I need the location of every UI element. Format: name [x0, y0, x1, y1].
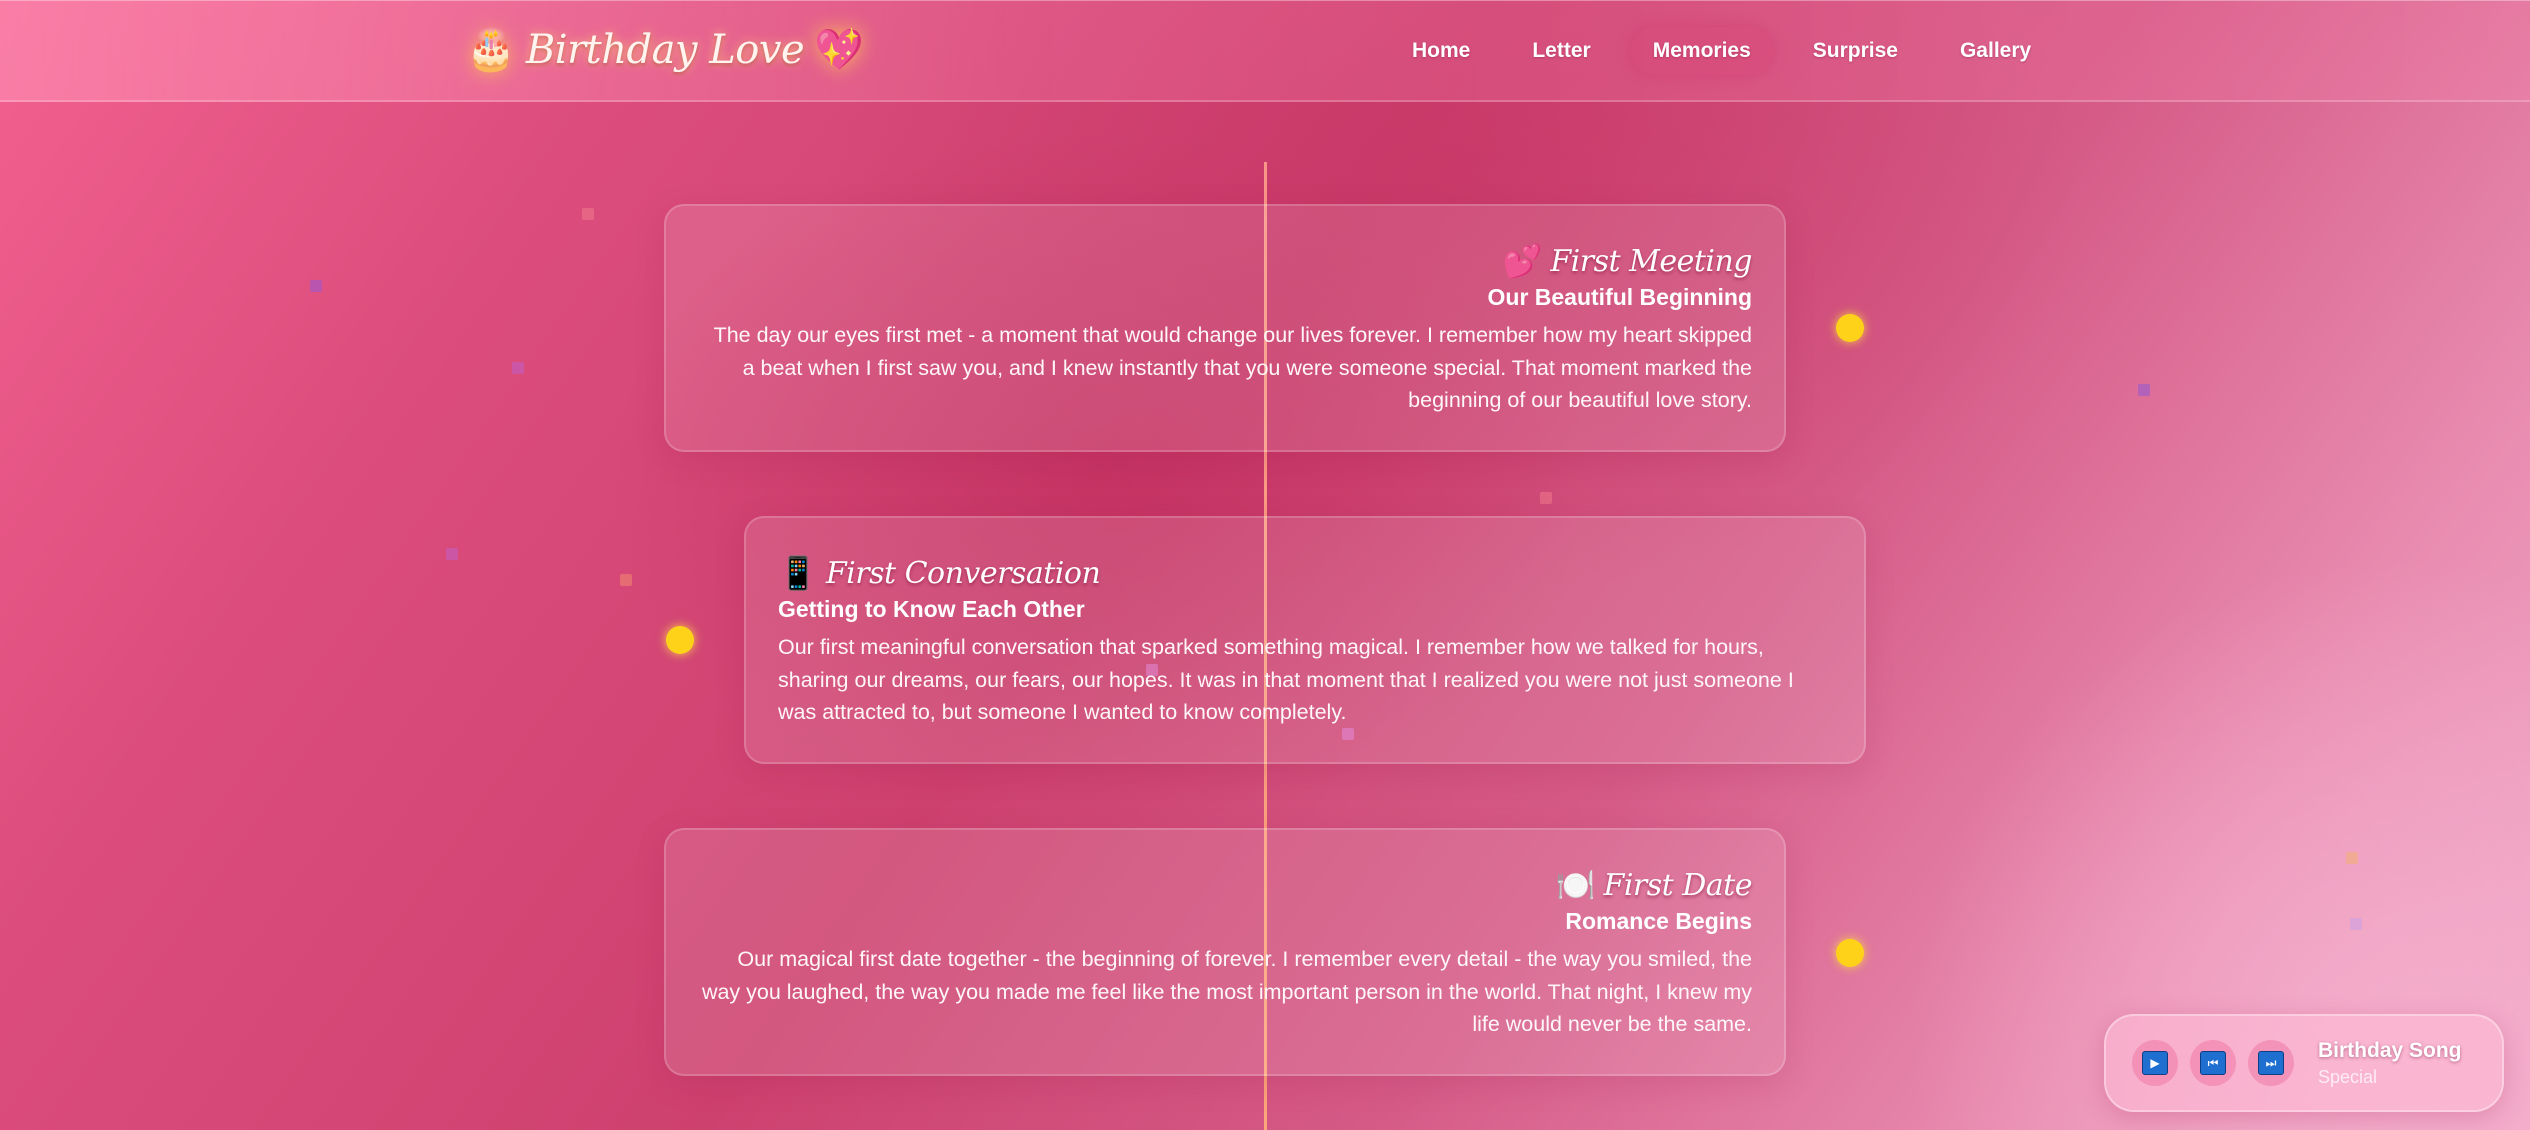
- main-nav: Home Letter Memories Surprise Gallery: [1390, 27, 2053, 75]
- memory-title: 🍽️ First Date: [698, 864, 1753, 906]
- previous-button[interactable]: ⏮: [2190, 1040, 2236, 1086]
- memory-title: 📱 First Conversation: [778, 552, 1832, 594]
- memory-description: Our magical first date together - the be…: [701, 947, 1752, 1036]
- play-icon: ▶: [2142, 1051, 2168, 1075]
- timeline-dot: [1836, 939, 1864, 967]
- nav-home[interactable]: Home: [1390, 27, 1492, 75]
- sparkle: [310, 280, 322, 292]
- nav-memories[interactable]: Memories: [1630, 27, 1773, 75]
- sparkle: [2350, 918, 2362, 930]
- memory-subtitle: Getting to Know Each Other: [778, 596, 1085, 622]
- sparkle: [2138, 384, 2150, 396]
- song-title: Birthday Song: [2318, 1038, 2462, 1062]
- memory-title-text: First Meeting: [1550, 243, 1752, 279]
- play-button[interactable]: ▶: [2132, 1040, 2178, 1086]
- next-button[interactable]: ⏭: [2248, 1040, 2294, 1086]
- memory-title: 💕 First Meeting: [698, 240, 1753, 282]
- plate-cutlery-icon: 🍽️: [1555, 866, 1596, 904]
- memory-subtitle: Romance Begins: [1565, 908, 1752, 934]
- two-hearts-icon: 💕: [1502, 242, 1543, 280]
- site-header: 🎂 Birthday Love 💖 Home Letter Memories S…: [0, 0, 2530, 102]
- sparkle: [512, 362, 524, 374]
- brand-name: Birthday Love: [525, 27, 805, 73]
- memory-card-first-date: 🍽️ First Date Romance Begins Our magical…: [664, 828, 1786, 1076]
- song-subtitle: Special: [2318, 1066, 2378, 1087]
- timeline-dot: [1836, 314, 1864, 342]
- sparkle: [620, 574, 632, 586]
- brand-logo[interactable]: 🎂 Birthday Love 💖: [466, 21, 864, 79]
- sparkle: [1540, 492, 1552, 504]
- song-info: Birthday Song Special: [2318, 1039, 2462, 1088]
- previous-track-icon: ⏮: [2200, 1051, 2226, 1075]
- sparkling-heart-icon: 💖: [814, 27, 864, 73]
- sparkle: [582, 208, 594, 220]
- music-player: ▶ ⏮ ⏭ Birthday Song Special: [2104, 1014, 2504, 1112]
- mobile-phone-icon: 📱: [778, 554, 818, 592]
- timeline-dot: [666, 626, 694, 654]
- nav-surprise[interactable]: Surprise: [1791, 27, 1920, 75]
- memory-description: Our first meaningful conversation that s…: [778, 635, 1794, 724]
- sparkle: [446, 548, 458, 560]
- memory-card-first-conversation: 📱 First Conversation Getting to Know Eac…: [744, 516, 1866, 764]
- memory-title-text: First Date: [1603, 867, 1753, 903]
- nav-letter[interactable]: Letter: [1510, 27, 1612, 75]
- memory-card-first-meeting: 💕 First Meeting Our Beautiful Beginning …: [664, 204, 1786, 452]
- memory-subtitle: Our Beautiful Beginning: [1487, 284, 1753, 310]
- memory-description: The day our eyes first met - a moment th…: [713, 323, 1752, 412]
- cake-icon: 🎂: [466, 27, 516, 73]
- nav-gallery[interactable]: Gallery: [1938, 27, 2053, 75]
- memory-title-text: First Conversation: [825, 555, 1101, 591]
- sparkle: [2346, 852, 2358, 864]
- next-track-icon: ⏭: [2258, 1051, 2284, 1075]
